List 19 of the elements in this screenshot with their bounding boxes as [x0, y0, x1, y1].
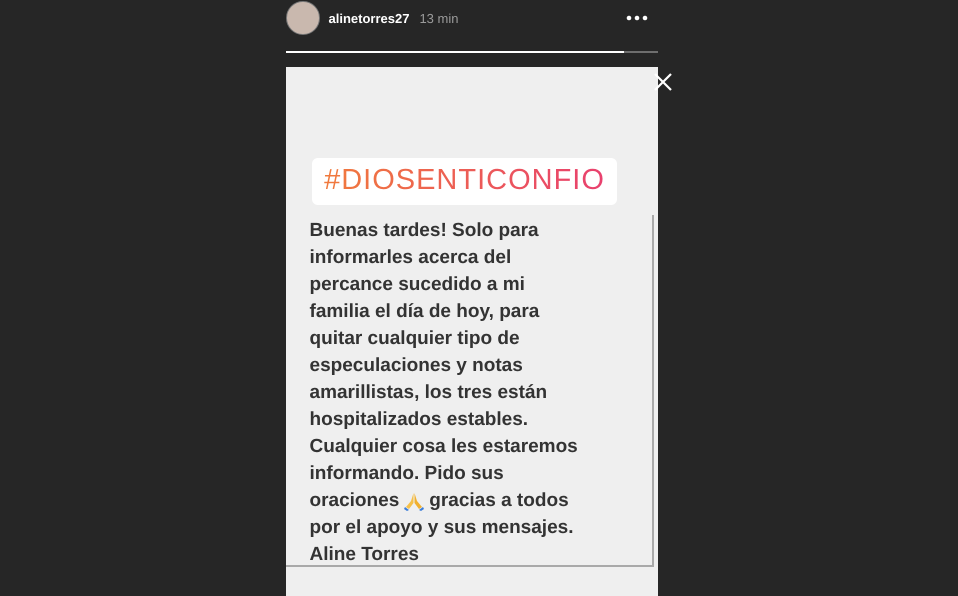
username[interactable]: alinetorres27: [328, 10, 410, 26]
note-line: Aline Torres: [310, 544, 419, 566]
more-options-icon[interactable]: [626, 15, 648, 21]
note-line: oraciones: [310, 490, 400, 512]
note-line: gracias a todos: [429, 490, 569, 512]
note-line: hospitalizados estables.: [310, 408, 528, 430]
note-line: especulaciones y notas: [310, 354, 523, 376]
note-line: quitar cualquier tipo de: [310, 328, 520, 350]
note-line: informarles acerca del: [310, 246, 512, 268]
note-line: familia el día de hoy, para: [310, 300, 540, 322]
note-line: por el apoyo y sus mensajes.: [310, 516, 574, 538]
note-line: amarillistas, los tres están: [310, 382, 548, 404]
avatar[interactable]: [286, 1, 320, 35]
note-line: percance sucedido a mi: [310, 274, 525, 296]
note-line: informando. Pido sus: [310, 462, 504, 484]
note-line: Buenas tardes! Solo para: [310, 220, 539, 242]
close-icon[interactable]: [653, 72, 673, 92]
post-time: 13 min: [419, 10, 458, 26]
note-line: Cualquier cosa les estaremos: [310, 436, 578, 458]
